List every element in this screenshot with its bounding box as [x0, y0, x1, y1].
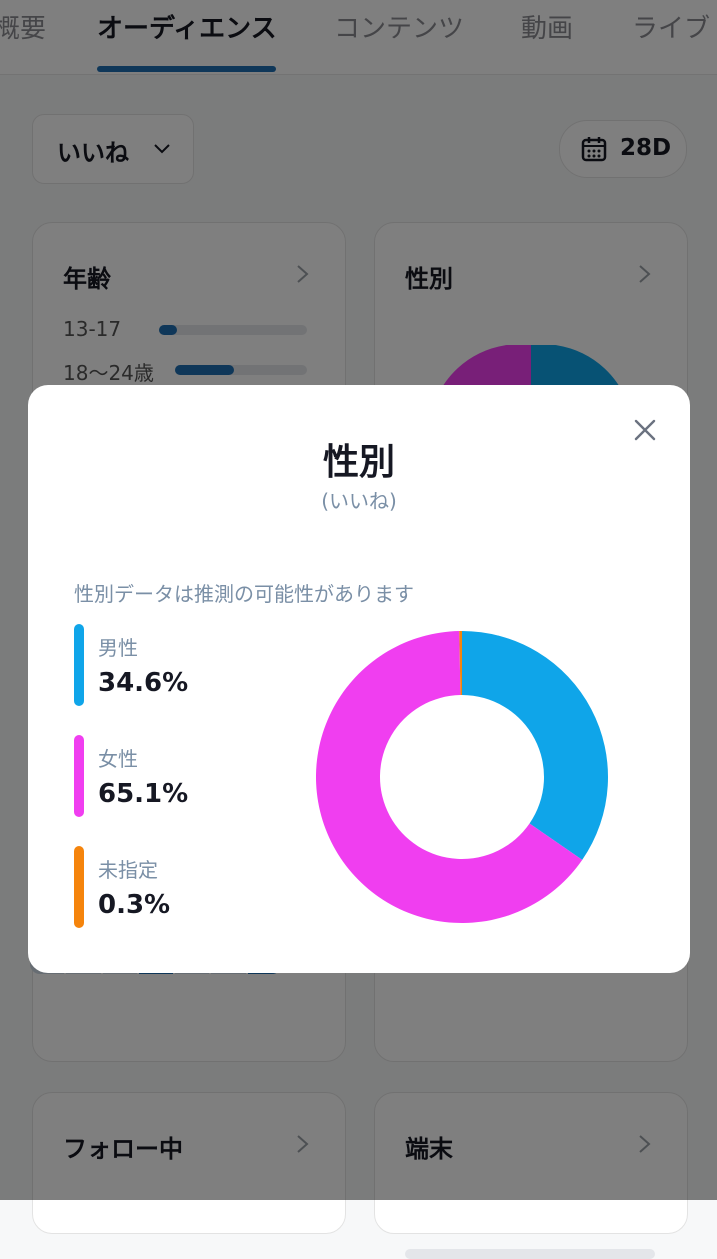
legend-item-unspecified: 未指定 0.3%: [74, 846, 254, 928]
legend-color-swatch: [74, 735, 84, 817]
legend-label: 男性: [98, 636, 138, 660]
gender-modal: 性別 (いいね) 性別データは推測の可能性があります 男性 34.6% 女性 6…: [28, 385, 690, 973]
legend-value: 34.6%: [98, 668, 189, 698]
country-bar: [405, 1249, 655, 1259]
legend-color-swatch: [74, 846, 84, 928]
gender-donut-chart: [316, 631, 608, 923]
legend-label: 未指定: [98, 858, 158, 882]
legend-color-swatch: [74, 624, 84, 706]
legend-label: 女性: [98, 747, 138, 771]
inference-note: 性別データは推測の可能性があります: [74, 582, 414, 606]
modal-subtitle: (いいね): [321, 489, 397, 513]
donut-slice-1: [462, 631, 608, 860]
legend-value: 0.3%: [98, 890, 171, 920]
legend-value: 65.1%: [98, 779, 189, 809]
legend-item-male: 男性 34.6%: [74, 624, 254, 706]
modal-title: 性別: [322, 442, 395, 483]
legend-item-female: 女性 65.1%: [74, 735, 254, 817]
